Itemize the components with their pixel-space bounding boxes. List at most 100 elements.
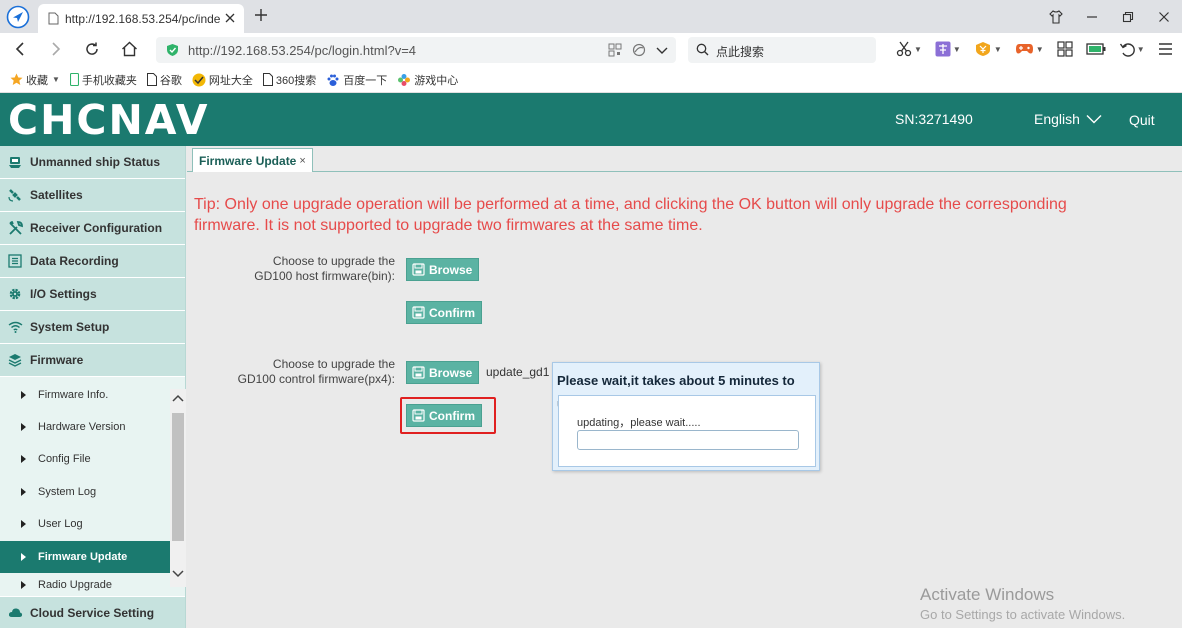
- browser-toolbar: http://192.168.53.254/pc/login.html?v=4 …: [0, 33, 1182, 67]
- scissors-icon[interactable]: ▼: [896, 41, 922, 57]
- submenu-config-file[interactable]: Config File: [0, 443, 170, 475]
- caret-right-icon: [21, 391, 26, 399]
- sidebar-scrollbar[interactable]: [170, 389, 186, 587]
- sidebar-item-label: Firmware: [30, 353, 84, 367]
- chevron-down-icon[interactable]: [656, 43, 668, 57]
- bookmark-google[interactable]: 谷歌: [146, 72, 182, 88]
- forward-icon[interactable]: [48, 41, 64, 57]
- host-browse-button[interactable]: Browse: [406, 258, 480, 281]
- minimize-icon[interactable]: [1074, 0, 1110, 33]
- address-bar[interactable]: http://192.168.53.254/pc/login.html?v=4: [156, 37, 676, 63]
- search-box[interactable]: 点此搜索: [688, 37, 876, 63]
- sidebar-item-firmware[interactable]: Firmware: [0, 344, 185, 377]
- undo-icon[interactable]: ▼: [1119, 41, 1145, 57]
- layers-icon: [0, 353, 30, 367]
- sidebar-item-io-settings[interactable]: I/O Settings: [0, 278, 185, 311]
- scroll-down-icon[interactable]: [172, 569, 184, 578]
- host-confirm-button[interactable]: Confirm: [406, 301, 482, 324]
- new-tab-icon[interactable]: [254, 8, 268, 22]
- sidebar-item-label: System Setup: [30, 320, 110, 334]
- sidebar-item-label: Unmanned ship Status: [30, 155, 161, 169]
- activate-windows-title: Activate Windows: [920, 585, 1055, 604]
- close-tab-icon[interactable]: [224, 12, 236, 24]
- save-icon: [412, 263, 425, 276]
- battery-icon[interactable]: [1086, 42, 1106, 56]
- submenu-radio-upgrade[interactable]: Radio Upgrade: [0, 573, 170, 597]
- bookmark-games[interactable]: 游戏中心: [397, 72, 458, 88]
- wifi-icon: [0, 321, 30, 333]
- sidebar-item-receiver-configuration[interactable]: Receiver Configuration: [0, 212, 185, 245]
- submenu-firmware-update[interactable]: Firmware Update: [0, 541, 170, 573]
- submenu-system-log[interactable]: System Log: [0, 476, 170, 508]
- save-icon: [412, 306, 425, 319]
- chevron-down-icon: [1086, 114, 1102, 124]
- grid-apps-icon[interactable]: [1057, 41, 1073, 57]
- bookmark-mobile[interactable]: 手机收藏夹: [69, 72, 137, 88]
- caret-right-icon: [21, 423, 26, 431]
- close-window-icon[interactable]: [1146, 0, 1182, 33]
- satellite-icon: [0, 188, 30, 202]
- submenu-label: Firmware Info.: [38, 389, 109, 401]
- quit-link[interactable]: Quit: [1129, 112, 1155, 128]
- bookmark-label: 网址大全: [208, 74, 253, 87]
- caret-right-icon: [21, 581, 26, 589]
- submenu-hardware-version[interactable]: Hardware Version: [0, 411, 170, 443]
- page-icon: [146, 73, 157, 86]
- page-icon: [262, 73, 273, 86]
- url-text[interactable]: http://192.168.53.254/pc/login.html?v=4: [188, 43, 416, 58]
- tab-firmware-update[interactable]: Firmware Update ×: [192, 148, 313, 172]
- scroll-up-icon[interactable]: [172, 394, 184, 403]
- compat-mode-icon[interactable]: [632, 43, 646, 57]
- menu-icon[interactable]: [1158, 42, 1173, 56]
- window-controls: [1038, 0, 1182, 33]
- tab-label: Firmware Update: [199, 153, 297, 168]
- caret-right-icon: [21, 455, 26, 463]
- submenu-label: Radio Upgrade: [38, 579, 112, 591]
- browser-tab[interactable]: http://192.168.53.254/pc/index.h: [38, 4, 244, 33]
- browser-logo-icon[interactable]: [6, 5, 30, 29]
- shirt-skin-icon[interactable]: [1038, 0, 1074, 33]
- cloud-icon: [0, 607, 30, 618]
- scrollbar-thumb[interactable]: [172, 413, 184, 541]
- bookmark-baidu[interactable]: 百度一下: [326, 72, 387, 88]
- sidebar-item-system-setup[interactable]: System Setup: [0, 311, 185, 344]
- bookmarks-bar: 收藏 ▼ 手机收藏夹 谷歌 网址大全 360搜索 百度一下 游戏中心: [0, 67, 1182, 93]
- host-firmware-label: Choose to upgrade the GD100 host firmwar…: [195, 254, 395, 284]
- language-selector[interactable]: English: [1034, 111, 1102, 127]
- sidebar-item-data-recording[interactable]: Data Recording: [0, 245, 185, 278]
- bookmark-label: 收藏: [26, 74, 48, 87]
- button-label: Browse: [429, 365, 473, 380]
- tip-message: Tip: Only one upgrade operation will be …: [194, 196, 1067, 234]
- bookmark-sites[interactable]: 网址大全: [192, 72, 253, 88]
- sidebar-item-satellites[interactable]: Satellites: [0, 179, 185, 212]
- ship-icon: [0, 156, 30, 169]
- back-icon[interactable]: [12, 41, 28, 57]
- bookmark-label: 百度一下: [343, 74, 388, 87]
- gamepad-icon[interactable]: ▼: [1015, 42, 1044, 56]
- restore-icon[interactable]: [1110, 0, 1146, 33]
- submenu-firmware-info[interactable]: Firmware Info.: [0, 379, 170, 411]
- close-tab-icon[interactable]: ×: [299, 155, 305, 167]
- page-icon: [48, 12, 59, 25]
- home-icon[interactable]: [121, 41, 138, 57]
- coupon-icon[interactable]: ▼: [974, 41, 1002, 57]
- control-label-line1: Choose to upgrade the: [272, 357, 395, 371]
- sidebar-item-unmanned-ship-status[interactable]: Unmanned ship Status: [0, 146, 185, 179]
- activate-windows-subtitle: Go to Settings to activate Windows.: [920, 607, 1126, 622]
- bookmark-360[interactable]: 360搜索: [262, 72, 316, 88]
- list-icon: [0, 254, 30, 268]
- sidebar-item-label: Satellites: [30, 188, 83, 202]
- submenu-label: Config File: [38, 453, 91, 465]
- search-input[interactable]: 点此搜索: [716, 43, 764, 60]
- extension-toolbar: ▼ ▼ ▼ ▼ ▼: [896, 41, 1173, 57]
- game-icon: [397, 73, 411, 87]
- reload-icon[interactable]: [84, 41, 100, 57]
- sidebar-item-cloud-service-setting[interactable]: Cloud Service Setting: [0, 596, 185, 628]
- qr-code-icon[interactable]: [608, 43, 622, 57]
- translate-icon[interactable]: ▼: [935, 41, 961, 57]
- caret-right-icon: [21, 520, 26, 528]
- control-browse-button[interactable]: Browse: [406, 361, 480, 384]
- dialog-message: updating，please wait.....: [577, 417, 701, 429]
- submenu-user-log[interactable]: User Log: [0, 508, 170, 540]
- bookmark-favorites[interactable]: 收藏 ▼: [10, 72, 60, 88]
